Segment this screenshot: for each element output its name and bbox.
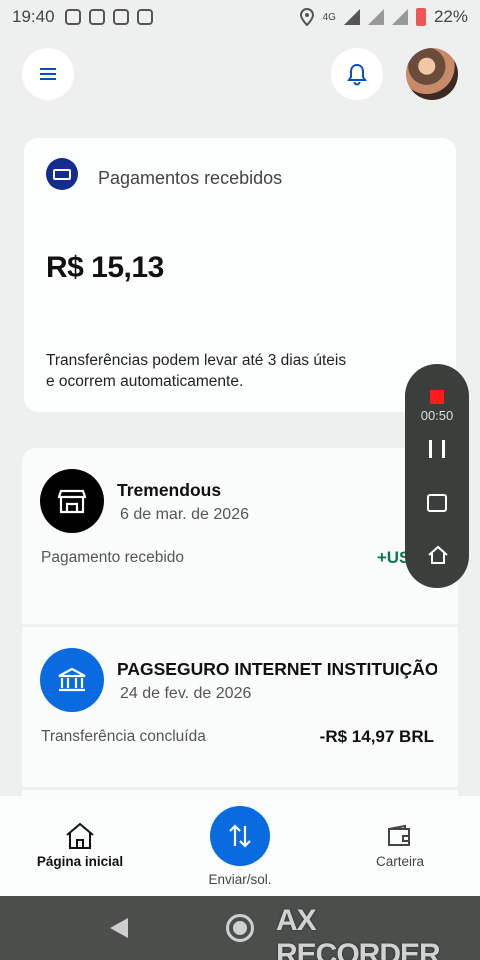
hamburger-menu-icon	[40, 68, 56, 80]
home-icon	[66, 822, 94, 849]
bottom-navigation: Página inicial Enviar/sol. Carteira	[0, 796, 480, 896]
signal-icon	[367, 9, 384, 25]
transfer-note: Transferências podem levar até 3 dias út…	[46, 352, 347, 390]
stop-record-icon[interactable]	[430, 390, 444, 404]
screen-recorder-overlay: 00:50	[405, 364, 469, 588]
home-icon[interactable]	[427, 544, 449, 566]
transaction-item[interactable]: Tremendous 6 de mar. de 2026 Pagamento r…	[22, 448, 458, 624]
menu-button[interactable]	[22, 48, 74, 100]
signal-icon	[391, 9, 408, 25]
pause-icon[interactable]	[429, 440, 445, 458]
recorder-watermark: AX RECORDER	[276, 904, 441, 960]
transaction-status: Pagamento recebido	[41, 549, 185, 566]
bell-icon	[347, 63, 367, 86]
money-bill-icon	[46, 158, 78, 190]
nav-wallet-label: Carteira	[375, 854, 424, 869]
transaction-date: 24 de fev. de 2026	[120, 685, 252, 702]
nav-home[interactable]: Página inicial	[20, 820, 140, 869]
network-type-label: 4G	[322, 11, 336, 23]
battery-percent: 22%	[433, 7, 468, 26]
battery-icon	[415, 8, 426, 26]
transaction-name: PAGSEGURO INTERNET INSTITUIÇÃO	[117, 659, 437, 679]
user-avatar[interactable]	[406, 48, 458, 100]
transaction-item[interactable]: PAGSEGURO INTERNET INSTITUIÇÃO 24 de fev…	[22, 627, 458, 787]
status-notification-icon	[64, 9, 81, 25]
notifications-button[interactable]	[331, 48, 383, 100]
balance-card[interactable]: Pagamentos recebidos R$ 15,13 Transferên…	[24, 138, 456, 412]
bank-icon	[40, 648, 104, 712]
system-navigation-bar: AX RECORDER	[0, 896, 480, 960]
status-notification-icon	[88, 9, 105, 25]
nav-send-request[interactable]: Enviar/sol.	[180, 806, 300, 887]
recording-timer: 00:50	[420, 408, 454, 423]
status-notification-icon	[112, 9, 129, 25]
nav-home-label: Página inicial	[36, 854, 124, 869]
nav-send-label: Enviar/sol.	[208, 872, 272, 887]
send-request-button[interactable]	[210, 806, 270, 866]
wifi-icon	[343, 9, 360, 25]
location-icon	[299, 8, 314, 26]
status-notification-icon	[136, 9, 153, 25]
transaction-name: Tremendous	[117, 480, 222, 500]
balance-amount: R$ 15,13	[46, 251, 164, 284]
wallet-icon	[388, 824, 410, 846]
balance-card-title: Pagamentos recebidos	[98, 168, 283, 188]
notification-icons	[64, 9, 153, 25]
transaction-date: 6 de mar. de 2026	[120, 506, 249, 523]
storefront-icon	[40, 469, 104, 533]
nav-wallet[interactable]: Carteira	[340, 820, 460, 869]
transaction-status: Transferência concluída	[41, 728, 206, 745]
home-circle-icon[interactable]	[226, 914, 254, 942]
status-bar: 19:40 4G 22%	[0, 0, 480, 34]
screenshot-icon[interactable]	[427, 494, 447, 512]
status-time: 19:40	[12, 7, 55, 26]
back-icon[interactable]	[110, 918, 128, 938]
transaction-amount: -R$ 14,97 BRL	[319, 727, 434, 746]
swap-arrows-icon	[229, 824, 251, 848]
